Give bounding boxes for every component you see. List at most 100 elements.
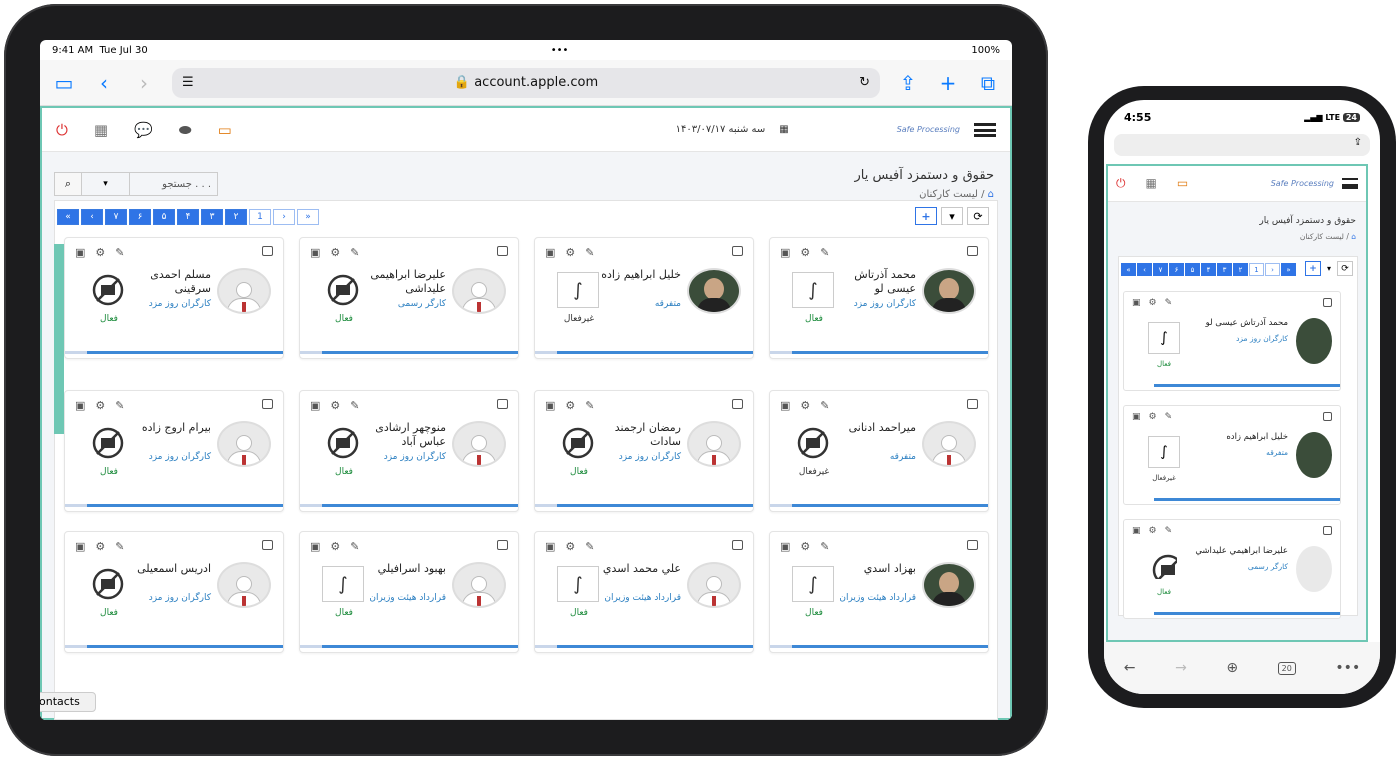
view-icon[interactable]: ▣ xyxy=(75,399,85,412)
tabs-icon[interactable]: ⧉ xyxy=(976,71,1000,95)
search-button[interactable]: ⌕ xyxy=(54,172,82,196)
chat-icon[interactable]: 💬 xyxy=(134,121,153,139)
view-icon[interactable]: ▣ xyxy=(545,399,555,412)
power-icon[interactable]: ⏻ xyxy=(56,121,68,139)
select-checkbox[interactable] xyxy=(732,399,743,409)
select-checkbox[interactable] xyxy=(262,246,273,256)
sidebar-icon[interactable]: ▭ xyxy=(52,71,76,95)
page-button[interactable]: » xyxy=(297,209,319,225)
edit-icon[interactable]: ✎ xyxy=(820,399,829,412)
settings-icon[interactable]: ⚙ xyxy=(1149,298,1157,308)
edit-icon[interactable]: ✎ xyxy=(115,246,124,259)
phone-menu-icon[interactable] xyxy=(1342,178,1358,189)
phone-add-button[interactable]: + xyxy=(1305,261,1321,276)
phone-options-dropdown[interactable]: ▾ xyxy=(1324,261,1334,276)
settings-icon[interactable]: ⚙ xyxy=(800,246,810,259)
phone-employee-card[interactable]: ▣ ⚙ ✎ علیرضا ابراهیمي علیداشي کارگر رسمی فعال xyxy=(1123,519,1341,619)
view-icon[interactable]: ▣ xyxy=(310,540,320,553)
search-filter-dropdown[interactable]: ▾ xyxy=(82,172,130,196)
new-tab-icon[interactable]: + xyxy=(936,71,960,95)
employee-card[interactable]: ▣ ⚙ ✎ علي محمد اسدي قرارداد هیئت وزیران ∫ فعال xyxy=(534,531,754,653)
add-button[interactable]: + xyxy=(915,207,937,225)
edit-icon[interactable]: ✎ xyxy=(1165,298,1173,308)
employee-card[interactable]: ▣ ⚙ ✎ بهبود اسرافیلي قرارداد هیئت وزیران ∫ فعا… xyxy=(299,531,519,653)
edit-icon[interactable]: ✎ xyxy=(820,246,829,259)
settings-icon[interactable]: ⚙ xyxy=(565,540,575,553)
employee-card[interactable]: ▣ ⚙ ✎ منوچهر ارشادی عباس آباد کارگران روز مز… xyxy=(299,390,519,512)
phone-forward-icon[interactable]: → xyxy=(1175,660,1187,676)
select-checkbox[interactable] xyxy=(497,540,508,550)
view-icon[interactable]: ▣ xyxy=(780,246,790,259)
edit-icon[interactable]: ✎ xyxy=(1165,526,1173,536)
phone-power-icon[interactable]: ⏻ xyxy=(1116,176,1126,191)
share-icon[interactable]: ⇪ xyxy=(896,71,920,95)
monitor-icon[interactable]: ▭ xyxy=(218,121,232,139)
phone-page-button[interactable]: ۳ xyxy=(1217,263,1232,276)
phone-breadcrumb-item[interactable]: لیست کارکنان xyxy=(1300,232,1344,241)
select-checkbox[interactable] xyxy=(967,399,978,409)
select-checkbox[interactable] xyxy=(732,246,743,256)
page-button[interactable]: ۳ xyxy=(201,209,223,225)
phone-employee-card[interactable]: ▣ ⚙ ✎ خلیل ابراهیم زاده متفرقه ∫ غیرفعال xyxy=(1123,405,1341,505)
view-icon[interactable]: ▣ xyxy=(1132,412,1141,422)
view-icon[interactable]: ▣ xyxy=(780,399,790,412)
back-icon[interactable]: ‹ xyxy=(92,71,116,95)
settings-icon[interactable]: ⚙ xyxy=(1149,412,1157,422)
select-checkbox[interactable] xyxy=(497,246,508,256)
page-button[interactable]: « xyxy=(57,209,79,225)
breadcrumb-item[interactable]: لیست کارکنان xyxy=(919,189,978,200)
phone-page-button[interactable]: ۶ xyxy=(1169,263,1184,276)
edit-icon[interactable]: ✎ xyxy=(1165,412,1173,422)
select-checkbox[interactable] xyxy=(497,399,508,409)
settings-icon[interactable]: ⚙ xyxy=(565,399,575,412)
phone-select-checkbox[interactable] xyxy=(1323,412,1332,421)
phone-page-button[interactable]: ۲ xyxy=(1233,263,1248,276)
phone-page-button[interactable]: ‹ xyxy=(1137,263,1152,276)
view-icon[interactable]: ▣ xyxy=(310,246,320,259)
toggle-icon[interactable]: ⬬ xyxy=(179,121,192,139)
settings-icon[interactable]: ⚙ xyxy=(1149,526,1157,536)
phone-employee-card[interactable]: ▣ ⚙ ✎ محمد آذرتاش عیسی لو کارگران روز مزد ∫ فع… xyxy=(1123,291,1341,391)
edit-icon[interactable]: ✎ xyxy=(115,540,124,553)
menu-icon[interactable] xyxy=(974,122,996,137)
select-checkbox[interactable] xyxy=(967,540,978,550)
page-button[interactable]: ۶ xyxy=(129,209,151,225)
phone-page-button[interactable]: ۴ xyxy=(1201,263,1216,276)
phone-grid-icon[interactable]: ▦ xyxy=(1146,176,1157,191)
refresh-button[interactable]: ⟳ xyxy=(967,207,989,225)
forward-icon[interactable]: › xyxy=(132,71,156,95)
view-icon[interactable]: ▣ xyxy=(545,540,555,553)
page-button[interactable]: ۷ xyxy=(105,209,127,225)
phone-select-checkbox[interactable] xyxy=(1323,298,1332,307)
phone-page-button[interactable]: 1 xyxy=(1249,263,1264,276)
settings-icon[interactable]: ⚙ xyxy=(800,540,810,553)
phone-monitor-icon[interactable]: ▭ xyxy=(1177,176,1188,191)
employee-card[interactable]: ▣ ⚙ ✎ علیرضا ابراهیمی علیداشی کارگر رسمی فعال xyxy=(299,237,519,359)
phone-page-button[interactable]: › xyxy=(1265,263,1280,276)
settings-icon[interactable]: ⚙ xyxy=(330,540,340,553)
phone-select-checkbox[interactable] xyxy=(1323,526,1332,535)
settings-icon[interactable]: ⚙ xyxy=(95,540,105,553)
page-button[interactable]: 1 xyxy=(249,209,271,225)
home-icon[interactable]: ⌂ xyxy=(988,189,994,200)
phone-share-icon[interactable]: ⇪ xyxy=(1354,137,1362,148)
page-button[interactable]: ۵ xyxy=(153,209,175,225)
settings-icon[interactable]: ⚙ xyxy=(565,246,575,259)
edit-icon[interactable]: ✎ xyxy=(585,540,594,553)
view-icon[interactable]: ▣ xyxy=(1132,298,1141,308)
phone-page-button[interactable]: » xyxy=(1281,263,1296,276)
scroll-indicator[interactable] xyxy=(54,244,64,434)
address-bar[interactable]: ☰ 🔒 account.apple.com ↻ xyxy=(172,67,880,98)
select-checkbox[interactable] xyxy=(967,246,978,256)
grid-icon[interactable]: ▦ xyxy=(94,121,108,139)
select-checkbox[interactable] xyxy=(732,540,743,550)
contacts-tab[interactable]: ontacts xyxy=(40,692,96,712)
employee-card[interactable]: ▣ ⚙ ✎ مسلم احمدی سرقینی کارگران روز مزد فعال xyxy=(64,237,284,359)
view-icon[interactable]: ▣ xyxy=(545,246,555,259)
reload-icon[interactable]: ↻ xyxy=(859,75,870,90)
employee-card[interactable]: ▣ ⚙ ✎ بیرام اروج زاده کارگران روز مزد فعال xyxy=(64,390,284,512)
edit-icon[interactable]: ✎ xyxy=(820,540,829,553)
view-icon[interactable]: ▣ xyxy=(1132,526,1141,536)
edit-icon[interactable]: ✎ xyxy=(115,399,124,412)
phone-address-bar[interactable]: ⇪ xyxy=(1114,134,1370,156)
